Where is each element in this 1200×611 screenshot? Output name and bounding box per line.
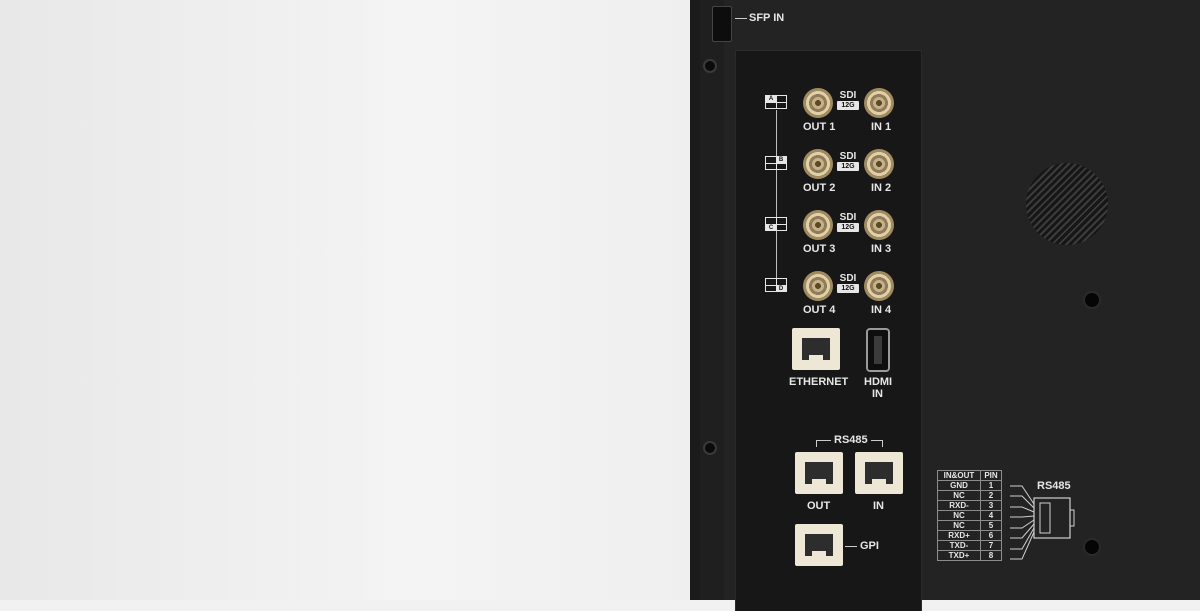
rs485-pinout-table: IN&OUT PIN GND 1 NC 2 RXD- 3 NC 4 NC 5 RXD+ 6 T… (937, 470, 1002, 561)
bnc-in-connector[interactable] (864, 149, 894, 179)
rs485-in-label: IN (873, 500, 884, 512)
background-wall (0, 0, 690, 600)
sdi-out-label: OUT 1 (803, 121, 836, 133)
gpi-leader-line (845, 546, 857, 547)
quad-view-icon: D (765, 278, 787, 292)
pin-number: 2 (980, 490, 1002, 501)
bnc-out-connector[interactable] (803, 271, 833, 301)
hdmi-label-in: IN (872, 388, 883, 400)
sdi-12g-badge: SDI 12G (837, 273, 859, 293)
rs485-pinout-diagram (1010, 485, 1075, 560)
pin-table-header: IN&OUT (937, 470, 981, 481)
sdi-in-label: IN 3 (871, 243, 892, 255)
gpi-label: GPI (860, 540, 879, 552)
sdi-in-label: IN 1 (871, 121, 892, 133)
ethernet-port[interactable] (792, 328, 840, 370)
pin-number: 1 (980, 480, 1002, 491)
bnc-out-connector[interactable] (803, 210, 833, 240)
mount-hole (1085, 540, 1099, 554)
sfp-port[interactable] (712, 6, 732, 42)
sdi-out-label: OUT 3 (803, 243, 836, 255)
screw (703, 441, 717, 455)
bnc-out-connector[interactable] (803, 88, 833, 118)
rs485-title: RS485 (831, 434, 871, 446)
pin-number: 7 (980, 540, 1002, 551)
sdi-in-label: IN 2 (871, 182, 892, 194)
speaker-grille (1026, 163, 1108, 245)
quad-view-icon: A (765, 95, 787, 109)
pin-signal: TXD- (937, 540, 981, 551)
rs485-out-port[interactable] (795, 452, 843, 494)
hdmi-in-port[interactable] (866, 328, 890, 372)
screw (703, 59, 717, 73)
sdi-12g-badge: SDI 12G (837, 212, 859, 232)
bnc-in-connector[interactable] (864, 88, 894, 118)
pin-signal: RXD- (937, 500, 981, 511)
rs485-out-label: OUT (807, 500, 831, 512)
sdi-out-label: OUT 4 (803, 304, 836, 316)
rs485-in-port[interactable] (855, 452, 903, 494)
quad-view-icon: B (765, 156, 787, 170)
sdi-out-label: OUT 2 (803, 182, 836, 194)
pin-number: 3 (980, 500, 1002, 511)
pin-signal: NC (937, 520, 981, 531)
sdi-in-label: IN 4 (871, 304, 892, 316)
gpi-port[interactable] (795, 524, 843, 566)
pin-number: 4 (980, 510, 1002, 521)
sdi-12g-badge: SDI 12G (837, 151, 859, 171)
pin-number: 8 (980, 550, 1002, 561)
quad-link-line (776, 110, 777, 285)
pin-signal: NC (937, 510, 981, 521)
pin-signal: RXD+ (937, 530, 981, 541)
pin-number: 6 (980, 530, 1002, 541)
pin-number: 5 (980, 520, 1002, 531)
sfp-leader-line (735, 18, 747, 19)
bnc-in-connector[interactable] (864, 210, 894, 240)
pin-signal: NC (937, 490, 981, 501)
pin-signal: GND (937, 480, 981, 491)
device-frame (700, 0, 724, 600)
bnc-out-connector[interactable] (803, 149, 833, 179)
hdmi-label: HDMI (864, 376, 893, 388)
pin-table-header: PIN (980, 470, 1002, 481)
pin-signal: TXD+ (937, 550, 981, 561)
sdi-12g-badge: SDI 12G (837, 90, 859, 110)
ethernet-label: ETHERNET (789, 376, 849, 388)
bnc-in-connector[interactable] (864, 271, 894, 301)
quad-view-icon: C (765, 217, 787, 231)
mount-hole (1085, 293, 1099, 307)
sfp-label: SFP IN (749, 12, 785, 24)
